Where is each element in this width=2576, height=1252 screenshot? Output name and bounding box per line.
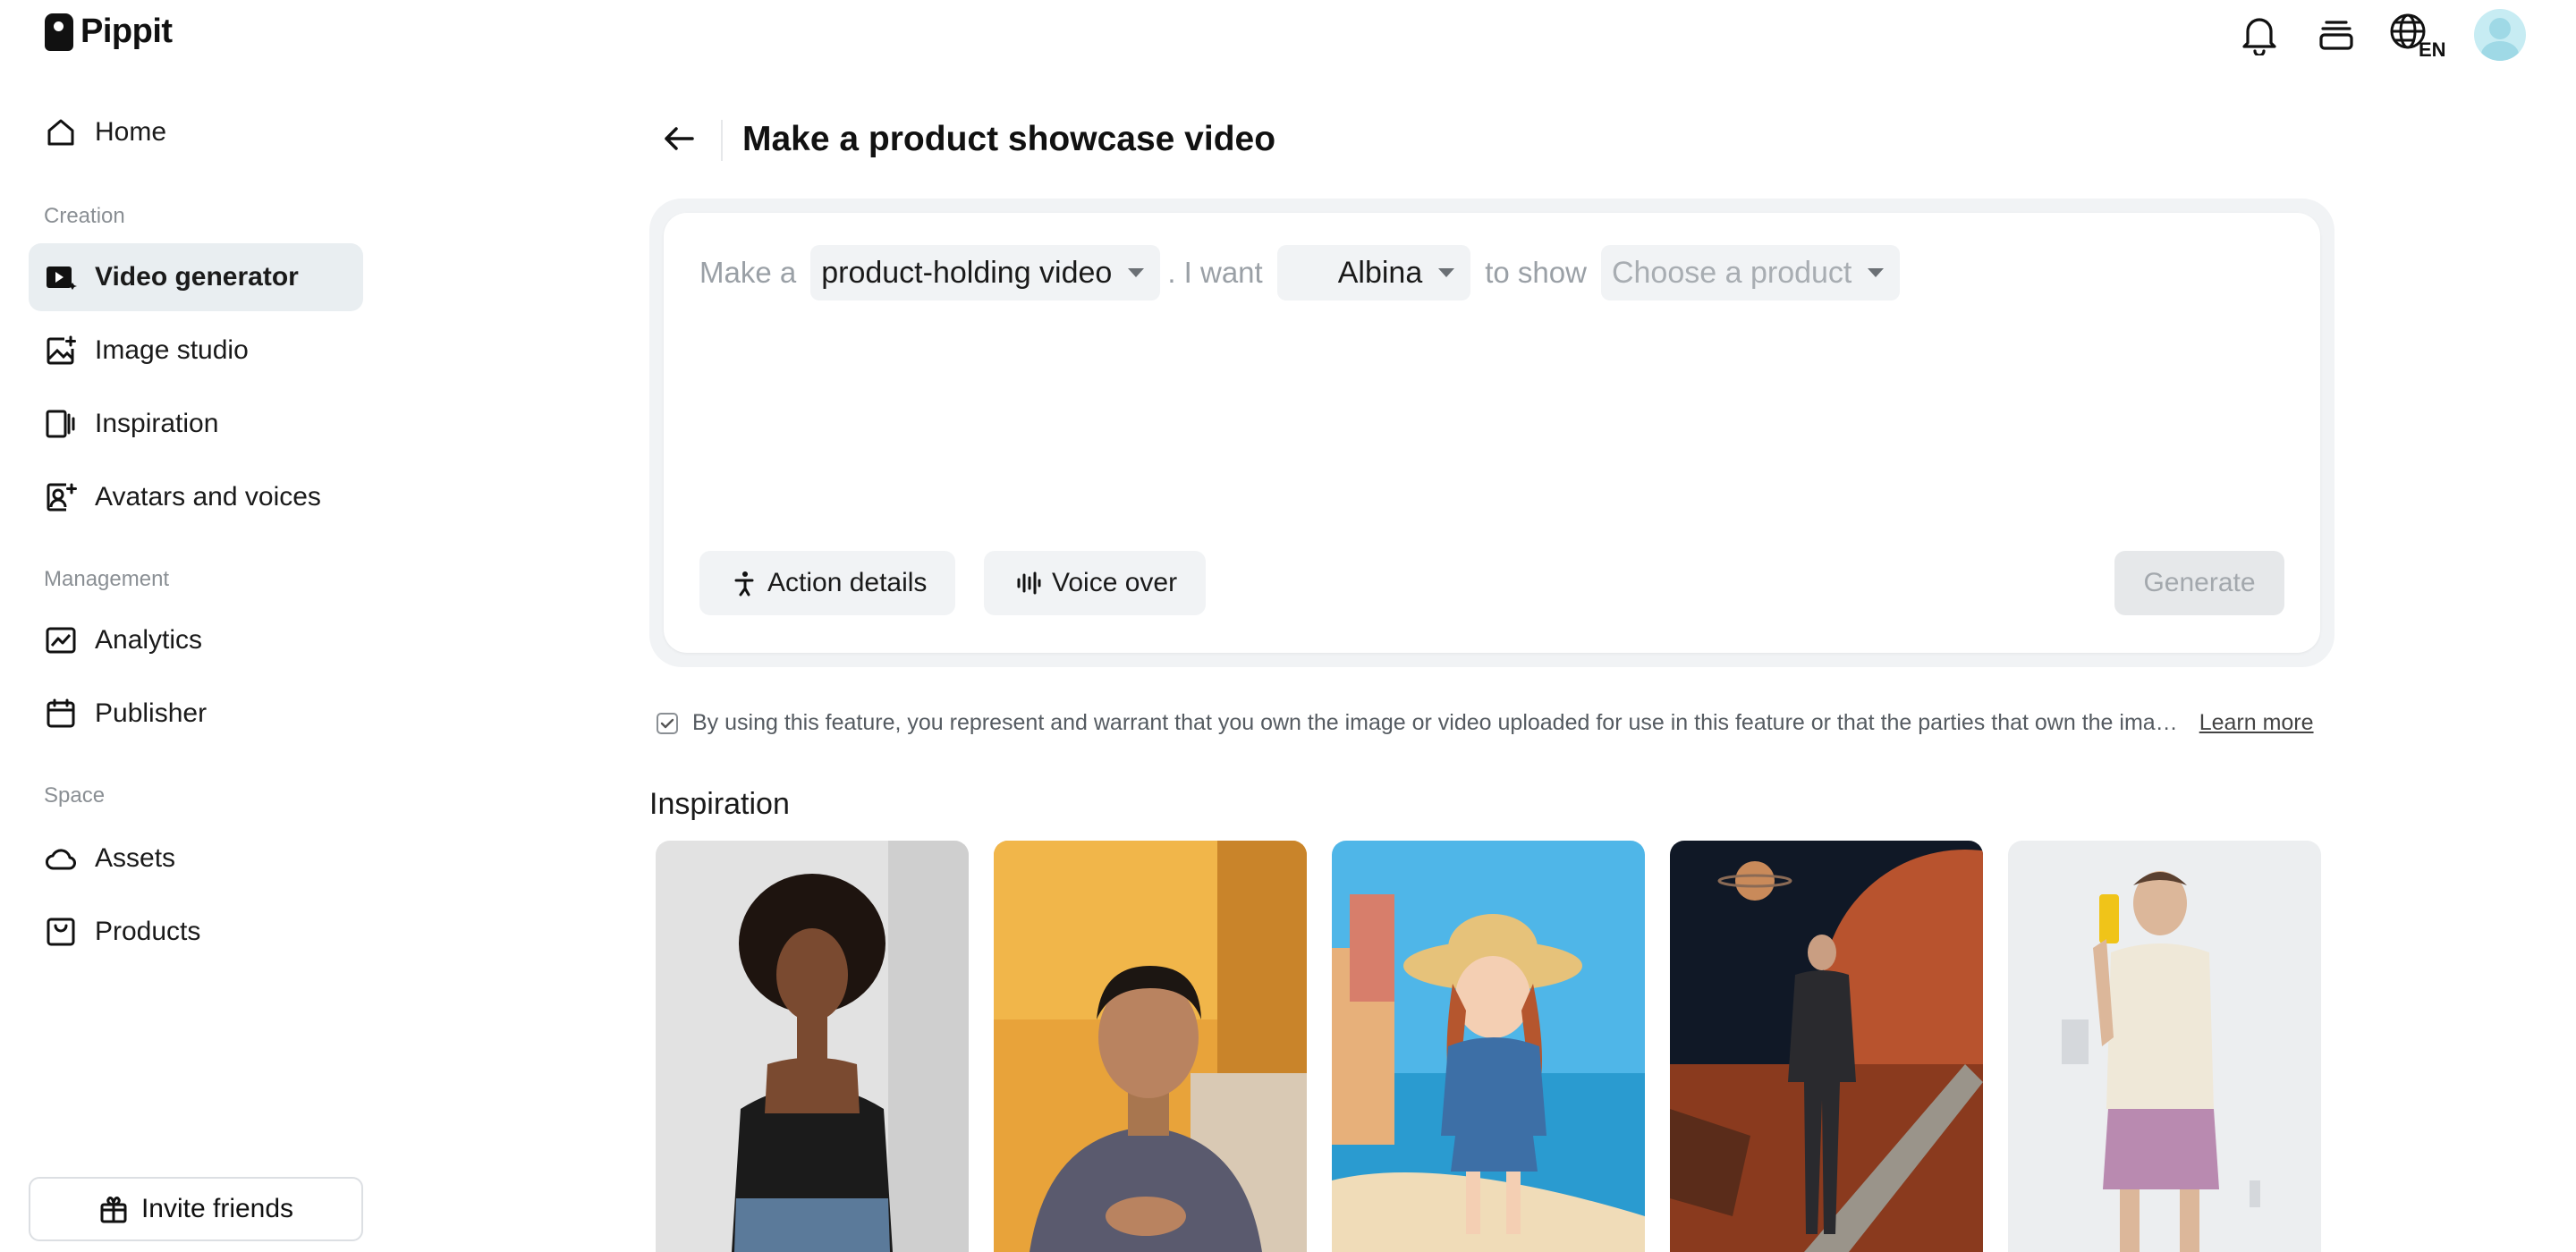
- sidebar-item-label: Assets: [95, 843, 176, 873]
- video-generator-icon: [47, 266, 77, 290]
- consent-checkbox[interactable]: [657, 712, 678, 734]
- back-button[interactable]: [658, 118, 699, 159]
- chevron-down-icon: [1868, 268, 1885, 277]
- user-avatar[interactable]: [2474, 9, 2526, 61]
- chevron-down-icon: [1438, 268, 1455, 277]
- stack-layers-icon[interactable]: [2311, 10, 2361, 60]
- page-title: Make a product showcase video: [742, 120, 1276, 158]
- app-name: Pippit: [80, 13, 173, 50]
- section-label-space: Space: [44, 783, 106, 808]
- notification-bell-icon[interactable]: [2234, 10, 2284, 60]
- sidebar-item-analytics[interactable]: Analytics: [29, 606, 363, 674]
- gift-icon: [100, 1197, 127, 1223]
- avatar-voice-icon: [47, 483, 77, 512]
- generate-button[interactable]: Generate: [2114, 551, 2284, 615]
- sidebar-item-video-generator[interactable]: Video generator: [29, 243, 363, 311]
- home-icon: [47, 119, 74, 146]
- voice-over-label: Voice over: [1052, 568, 1178, 597]
- prompt-prefix: Make a: [699, 256, 797, 289]
- cloud-icon: [46, 849, 76, 870]
- sidebar-item-publisher[interactable]: Publisher: [29, 680, 363, 748]
- inspiration-thumbnail[interactable]: [1332, 841, 1645, 1252]
- video-type-value: product-holding video: [821, 255, 1113, 290]
- person-motion-icon: [734, 571, 754, 596]
- inspiration-heading: Inspiration: [649, 787, 790, 821]
- prompt-sentence: Make a product-holding video . I want Al…: [699, 245, 1901, 300]
- inspiration-thumbnail[interactable]: [656, 841, 969, 1252]
- sidebar-item-image-studio[interactable]: Image studio: [29, 317, 363, 385]
- invite-friends-button[interactable]: Invite friends: [29, 1177, 363, 1241]
- sidebar-item-label: Publisher: [95, 698, 208, 728]
- sidebar-item-products[interactable]: Products: [29, 898, 363, 966]
- product-box-icon: [47, 918, 75, 946]
- sidebar-item-home[interactable]: Home: [29, 98, 363, 166]
- section-label-creation: Creation: [44, 204, 125, 228]
- sidebar-item-label: Video generator: [95, 262, 299, 292]
- sidebar-item-label: Analytics: [95, 625, 203, 655]
- invite-friends-label: Invite friends: [140, 1194, 294, 1223]
- sidebar-item-label: Avatars and voices: [95, 482, 321, 512]
- sidebar-item-label: Inspiration: [95, 409, 219, 438]
- calendar-icon: [47, 698, 75, 728]
- sidebar-item-assets[interactable]: Assets: [29, 825, 363, 892]
- analytics-icon: [46, 627, 76, 654]
- arrow-left-icon: [665, 127, 694, 150]
- product-placeholder: Choose a product: [1611, 255, 1852, 290]
- app-logo[interactable]: Pippit: [45, 13, 173, 51]
- sidebar-item-label: Home: [95, 117, 167, 147]
- sidebar-item-avatars-voices[interactable]: Avatars and voices: [29, 463, 363, 531]
- inspiration-thumbnail[interactable]: [2008, 841, 2321, 1252]
- inspiration-thumbnail[interactable]: [1670, 841, 1983, 1252]
- prompt-middle: . I want: [1167, 256, 1263, 289]
- learn-more-link[interactable]: Learn more: [2199, 710, 2314, 736]
- sidebar-item-inspiration[interactable]: Inspiration: [29, 390, 363, 458]
- audio-waveform-icon: [1017, 571, 1041, 595]
- sidebar: Home Creation Video generator Image stud…: [0, 89, 394, 1252]
- inspiration-icon: [46, 410, 75, 438]
- topbar-actions: EN: [2234, 9, 2526, 61]
- sidebar-item-label: Products: [95, 917, 201, 946]
- logo-icon: [45, 13, 73, 51]
- prompt-suffix: to show: [1485, 256, 1587, 289]
- avatar-value: Albina: [1337, 255, 1423, 290]
- inspiration-thumbnail[interactable]: [994, 841, 1307, 1252]
- consent-row: By using this feature, you represent and…: [657, 710, 2314, 736]
- check-icon: [660, 718, 674, 728]
- action-details-button[interactable]: Action details: [699, 551, 956, 615]
- consent-text: By using this feature, you represent and…: [692, 710, 2178, 735]
- header-divider: [721, 120, 723, 161]
- image-studio-icon: [47, 335, 76, 365]
- language-globe-icon[interactable]: EN: [2388, 10, 2447, 60]
- voice-over-button[interactable]: Voice over: [984, 551, 1207, 615]
- video-type-select[interactable]: product-holding video: [810, 245, 1161, 300]
- sidebar-item-label: Image studio: [95, 335, 249, 365]
- chevron-down-icon: [1128, 268, 1145, 277]
- app-root: Pippit EN Home Creation Video generator …: [0, 0, 2576, 1252]
- section-label-management: Management: [44, 567, 170, 591]
- avatar-select[interactable]: Albina: [1276, 245, 1471, 300]
- product-select[interactable]: Choose a product: [1600, 245, 1901, 300]
- action-details-label: Action details: [767, 568, 928, 597]
- language-label: EN: [2419, 38, 2446, 58]
